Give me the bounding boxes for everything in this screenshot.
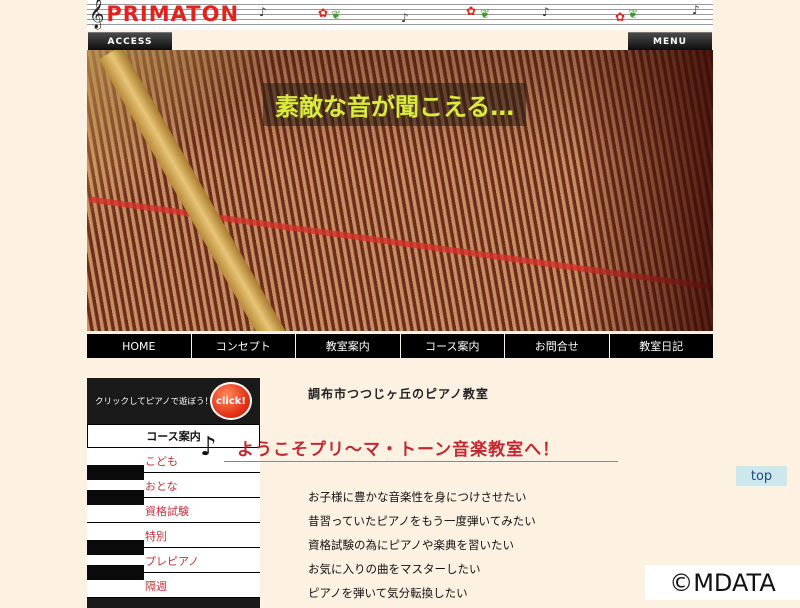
menu-button[interactable]: MENU <box>628 32 712 50</box>
page-title: 調布市つつじヶ丘のピアノ教室 <box>308 387 489 401</box>
nav-concept[interactable]: コンセプト <box>192 334 296 358</box>
treble-clef-icon: 𝄞 <box>89 0 105 29</box>
note-icon: ♪ <box>259 5 267 19</box>
list-item: 昔習っていたピアノをもう一度弾いてみたい <box>308 514 536 528</box>
sidebar-item-label: プレピアノ <box>145 555 200 568</box>
music-note-icon: ♪ <box>200 432 217 462</box>
sidebar: クリックしてピアノで遊ぼう！ click! コース案内 こども おとな 資格試験… <box>87 378 260 608</box>
hero-caption: 素敵な音が聞こえる… <box>263 83 527 126</box>
piano-black-key <box>87 465 144 480</box>
flower-icon: ✿ <box>466 4 477 18</box>
note-icon: ♪ <box>542 5 550 19</box>
sidebar-item-special[interactable]: 特別 <box>87 523 260 555</box>
hero-image: 素敵な音が聞こえる… <box>87 50 713 331</box>
welcome-text: ようこそプリ～マ・トーン音楽教室へ！ <box>237 440 561 460</box>
piano-black-key <box>87 490 144 505</box>
nav-courses[interactable]: コース案内 <box>401 334 505 358</box>
piano-case-shadow <box>583 50 713 331</box>
sidebar-item-label: 隔週 <box>145 580 167 593</box>
watermark: ©MDATA <box>645 565 800 600</box>
header-banner: 𝄞 PRIMATON ♪ ✿ ❦ ♪ ✿ ❦ ♪ ✿ ❦ ♪ <box>87 0 713 30</box>
click-button[interactable]: click! <box>210 382 252 420</box>
sidebar-item-label: 資格試験 <box>145 505 189 518</box>
list-item: お子様に豊かな音楽性を身につけさせたい <box>308 490 527 504</box>
nav-contact[interactable]: お問合せ <box>505 334 610 358</box>
sidebar-item-label: おとな <box>145 480 178 493</box>
welcome-heading: ♪ ようこそプリ～マ・トーン音楽教室へ！ <box>200 432 620 462</box>
back-to-top-button[interactable]: top <box>736 466 787 486</box>
main-nav: HOME コンセプト 教室案内 コース案内 お問合せ 教室日記 <box>87 334 713 358</box>
sidebar-item-label: 特別 <box>145 530 167 543</box>
nav-classroom[interactable]: 教室案内 <box>296 334 401 358</box>
flower-icon: ✿ <box>615 10 626 24</box>
leaf-icon: ❦ <box>628 7 639 21</box>
access-button[interactable]: ACCESS <box>88 32 172 50</box>
logo-text: PRIMATON <box>106 2 240 26</box>
list-item: ピアノを弾いて気分転換したい <box>308 586 468 600</box>
sidebar-item-label: こども <box>145 455 178 468</box>
nav-home[interactable]: HOME <box>87 334 192 358</box>
note-icon: ♪ <box>401 11 409 25</box>
list-item: 資格試験の為にピアノや楽典を習いたい <box>308 538 514 552</box>
flower-icon: ✿ <box>318 6 329 20</box>
heading-underline <box>224 461 618 462</box>
note-icon: ♪ <box>692 3 700 17</box>
list-item: お気に入りの曲をマスターしたい <box>308 562 481 576</box>
piano-game-banner[interactable]: クリックしてピアノで遊ぼう！ click! <box>87 378 260 424</box>
leaf-icon: ❦ <box>331 8 342 22</box>
piano-game-text: クリックしてピアノで遊ぼう！ <box>95 397 213 407</box>
nav-diary[interactable]: 教室日記 <box>610 334 714 358</box>
feature-list: お子様に豊かな音楽性を身につけさせたい 昔習っていたピアノをもう一度弾いてみたい… <box>308 488 536 608</box>
site-logo[interactable]: 𝄞 PRIMATON <box>87 0 239 28</box>
piano-black-key <box>87 540 144 555</box>
piano-black-key <box>87 565 144 580</box>
leaf-icon: ❦ <box>480 7 491 21</box>
